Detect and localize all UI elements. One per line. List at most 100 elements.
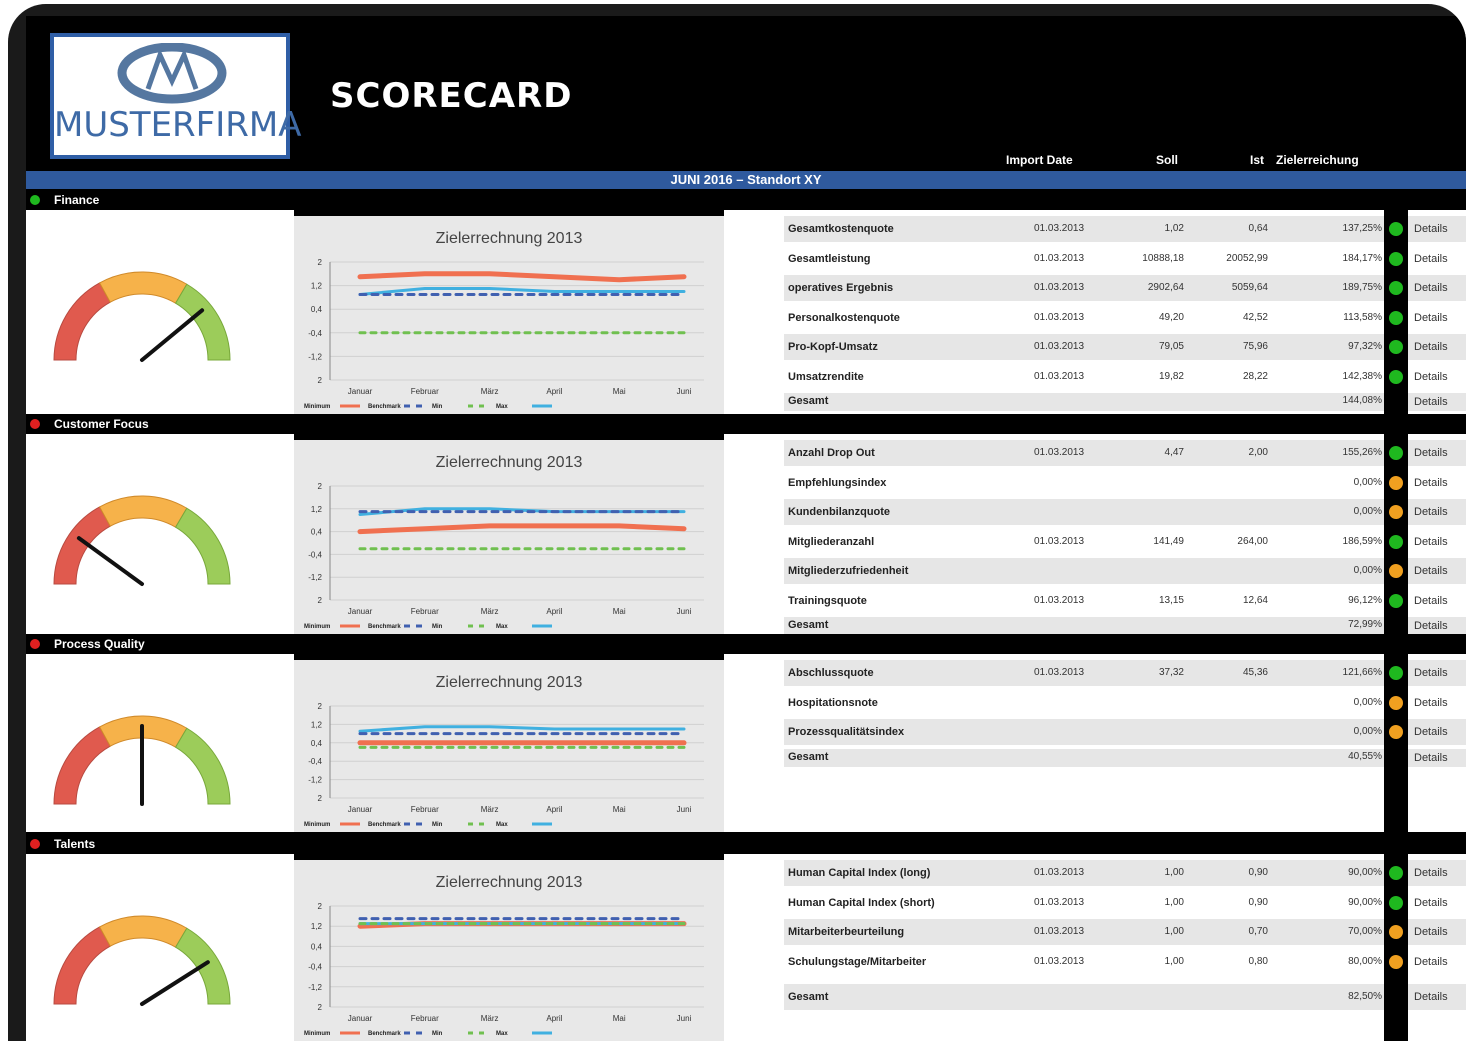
- legend-label: Benchmark: [368, 624, 401, 630]
- legend-label: Min: [432, 404, 443, 410]
- kpi-zielerreichung: 0,00%: [1353, 476, 1382, 488]
- column-header-ist: Ist: [1250, 153, 1265, 167]
- kpi-zielerreichung: 97,32%: [1348, 341, 1382, 352]
- y-tick-label: 2: [318, 376, 323, 385]
- section-header-3: Process Quality: [26, 634, 1466, 654]
- y-tick-label: -1,2: [308, 776, 322, 785]
- status-column: [1384, 654, 1408, 832]
- details-link[interactable]: Details: [1408, 984, 1466, 1010]
- x-tick-label: März: [481, 387, 499, 396]
- details-link[interactable]: Details: [1408, 364, 1466, 390]
- details-link[interactable]: Details: [1408, 216, 1466, 242]
- kpi-table: Human Capital Index (long) 01.03.2013 1,00…: [784, 854, 1384, 1041]
- kpi-status-dot: [1389, 534, 1403, 549]
- gauge-panel: [26, 854, 294, 1041]
- details-link[interactable]: Details: [1408, 499, 1466, 525]
- x-tick-label: März: [481, 1014, 499, 1023]
- chart-panel: Zielerrechnung 2013 2 1,2 0,4 -0,4 -1,2 2 Janua…: [294, 860, 724, 1041]
- gauge-chart: [53, 715, 231, 806]
- details-link[interactable]: Details: [1408, 890, 1466, 916]
- details-link[interactable]: Details: [1408, 305, 1466, 331]
- table-row: Gesamtkostenquote 01.03.2013 1,02 0,64 137,2…: [784, 216, 1384, 242]
- kpi-zielerreichung: 113,58%: [1343, 311, 1382, 323]
- y-tick-label: 2: [318, 794, 323, 803]
- details-link[interactable]: Details: [1408, 748, 1466, 767]
- details-link[interactable]: Details: [1408, 588, 1466, 614]
- kpi-soll: 10888,18: [1142, 252, 1184, 264]
- details-link[interactable]: Details: [1408, 660, 1466, 686]
- kpi-name: Gesamt: [788, 991, 829, 1003]
- kpi-zielerreichung: 70,00%: [1348, 926, 1382, 937]
- kpi-soll: 19,82: [1158, 370, 1184, 382]
- details-link[interactable]: Details: [1408, 949, 1466, 975]
- series-line-minimum: [357, 271, 687, 283]
- kpi-soll: 1,02: [1164, 223, 1184, 234]
- kpi-name: Gesamt: [788, 395, 829, 407]
- gauge-zone-red: [53, 282, 111, 361]
- kpi-name: Umsatzrendite: [788, 370, 864, 383]
- kpi-soll: 4,47: [1164, 447, 1184, 458]
- kpi-name: Schulungstage/Mitarbeiter: [788, 955, 927, 968]
- y-tick-label: -0,4: [308, 329, 322, 338]
- x-tick-label: Juni: [677, 607, 692, 616]
- details-link[interactable]: Details: [1408, 275, 1466, 301]
- kpi-zielerreichung: 90,00%: [1348, 867, 1382, 878]
- details-link[interactable]: Details: [1408, 246, 1466, 272]
- gauge-chart: [53, 495, 231, 586]
- chart-title: Zielerrechnung 2013: [435, 230, 583, 247]
- chart-panel: Zielerrechnung 2013 2 1,2 0,4 -0,4 -1,2 2 Janua…: [294, 440, 724, 634]
- kpi-import-date: 01.03.2013: [1034, 447, 1085, 458]
- details-link[interactable]: Details: [1408, 690, 1466, 716]
- details-link[interactable]: Details: [1408, 334, 1466, 360]
- kpi-status-dot: [1389, 505, 1403, 519]
- kpi-name: Empfehlungsindex: [788, 476, 887, 489]
- kpi-status-dot: [1389, 446, 1403, 460]
- x-tick-label: Mai: [613, 387, 626, 396]
- kpi-soll: 13,15: [1158, 594, 1184, 606]
- kpi-import-date: 01.03.2013: [1034, 370, 1085, 382]
- details-link[interactable]: Details: [1408, 617, 1466, 635]
- kpi-status-dot: [1389, 695, 1403, 710]
- gauge-chart: [53, 915, 231, 1006]
- legend-label: Benchmark: [368, 1031, 401, 1037]
- kpi-status-dot: [1389, 222, 1403, 236]
- details-link[interactable]: Details: [1408, 719, 1466, 745]
- kpi-status-dot: [1389, 281, 1403, 295]
- legend-label: Max: [496, 822, 508, 828]
- kpi-zielerreichung: 0,00%: [1353, 696, 1382, 708]
- y-tick-label: -0,4: [308, 550, 322, 559]
- details-link[interactable]: Details: [1408, 860, 1466, 886]
- table-row: Prozessqualitätsindex 0,00%: [784, 719, 1384, 745]
- kpi-import-date: 01.03.2013: [1034, 223, 1085, 234]
- y-tick-label: 0,4: [311, 739, 323, 748]
- details-link[interactable]: Details: [1408, 440, 1466, 466]
- kpi-import-date: 01.03.2013: [1034, 955, 1085, 967]
- kpi-ist: 2,00: [1248, 447, 1268, 458]
- kpi-status-dot: [1389, 895, 1403, 910]
- status-column: [1384, 210, 1408, 414]
- y-tick-label: -0,4: [308, 757, 322, 766]
- kpi-name: Mitgliederzufriedenheit: [788, 565, 909, 577]
- details-link[interactable]: Details: [1408, 529, 1466, 555]
- kpi-zielerreichung: 142,38%: [1342, 370, 1382, 382]
- details-link[interactable]: Details: [1408, 470, 1466, 496]
- y-tick-label: -1,2: [308, 983, 322, 992]
- kpi-zielerreichung: 189,75%: [1342, 282, 1382, 293]
- table-row: Gesamt 82,50%: [784, 984, 1384, 1010]
- line-chart: 2 1,2 0,4 -0,4 -1,2 2 Januar Februar März April Ma…: [304, 482, 704, 630]
- kpi-status-dot: [1389, 866, 1403, 880]
- x-tick-label: April: [546, 387, 562, 396]
- kpi-zielerreichung: 40,55%: [1348, 750, 1382, 762]
- details-link[interactable]: Details: [1408, 393, 1466, 411]
- details-link[interactable]: Details: [1408, 919, 1466, 945]
- table-row: Empfehlungsindex 0,00%: [784, 470, 1384, 496]
- kpi-import-date: 01.03.2013: [1034, 252, 1085, 264]
- company-logo: MUSTERFIRMA: [50, 33, 301, 159]
- x-tick-label: Februar: [411, 387, 439, 396]
- x-tick-label: April: [546, 1014, 562, 1023]
- details-link[interactable]: Details: [1408, 558, 1466, 584]
- gauge-zone-orange: [98, 495, 188, 528]
- kpi-ist: 45,36: [1242, 667, 1268, 678]
- legend-label: Min: [432, 822, 443, 828]
- kpi-ist: 42,52: [1242, 311, 1268, 323]
